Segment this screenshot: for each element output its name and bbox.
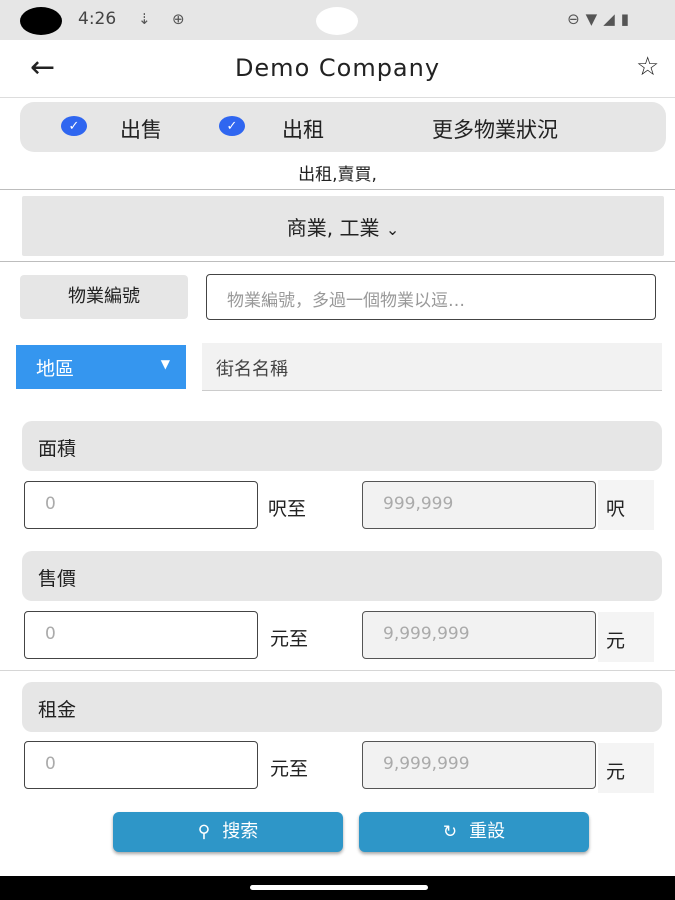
reset-button[interactable]: ↻ 重設 xyxy=(359,812,589,852)
price-section-header: 售價 xyxy=(22,551,662,601)
signal-icon: ◢ xyxy=(603,10,621,28)
property-id-input[interactable]: 物業編號，多過一個物業以逗… xyxy=(206,274,656,320)
price-to-label: 元至 xyxy=(270,628,309,650)
vpn-icon: ⊕ xyxy=(172,10,185,28)
divider xyxy=(0,670,675,671)
rent-max-input[interactable]: 9,999,999 xyxy=(362,741,596,789)
rent-min-input[interactable]: 0 xyxy=(24,741,258,789)
status-icons: ⊖▼◢▮ xyxy=(567,10,635,28)
district-dropdown[interactable]: 地區 ▼ xyxy=(16,345,186,389)
checkbox-rent[interactable]: ✓ xyxy=(218,114,246,138)
usage-label: 商業, 工業 ⌄ xyxy=(287,212,399,241)
status-rent-label[interactable]: 出租 xyxy=(282,114,324,144)
status-bar: 4:26 ⇣ ⊕ ⊖▼◢▮ xyxy=(0,0,675,40)
wifi-icon: ▼ xyxy=(585,10,604,28)
check-icon: ✓ xyxy=(219,116,245,136)
area-min-input[interactable]: 0 xyxy=(24,481,258,529)
search-button-label: 搜索 xyxy=(222,821,259,842)
checkbox-sale[interactable]: ✓ xyxy=(60,114,88,138)
reset-button-label: 重設 xyxy=(469,821,506,842)
download-icon: ⇣ xyxy=(138,10,151,28)
property-status-bar: ✓ 出售 ✓ 出租 更多物業狀況 xyxy=(20,102,666,152)
selected-status-summary: 出租,賣買, xyxy=(298,165,377,185)
street-name-input[interactable]: 街名名稱 xyxy=(202,343,662,391)
price-max-input[interactable]: 9,999,999 xyxy=(362,611,596,659)
dropdown-caret-icon: ▼ xyxy=(160,357,170,371)
price-unit: 元 xyxy=(598,612,654,662)
page-title: Demo Company xyxy=(234,54,441,82)
usage-text: 商業, 工業 xyxy=(286,216,380,240)
rent-unit: 元 xyxy=(598,743,654,793)
usage-selector[interactable]: 商業, 工業 ⌄ xyxy=(22,196,664,256)
battery-icon: ▮ xyxy=(620,10,635,28)
check-icon: ✓ xyxy=(61,116,87,136)
divider xyxy=(0,189,675,190)
rent-section-header: 租金 xyxy=(22,682,662,732)
area-unit: 呎 xyxy=(598,480,654,530)
dnd-icon: ⊖ xyxy=(567,10,586,28)
area-section-header: 面積 xyxy=(22,421,662,471)
rent-to-label: 元至 xyxy=(270,758,309,780)
property-id-button[interactable]: 物業編號 xyxy=(20,275,188,319)
search-icon: ⚲ xyxy=(197,822,211,842)
app-bar: ← Demo Company ☆ xyxy=(0,40,675,98)
district-label: 地區 xyxy=(36,358,75,380)
star-outline-icon[interactable]: ☆ xyxy=(636,52,659,82)
divider xyxy=(0,261,675,262)
area-to-label: 呎至 xyxy=(268,498,307,520)
chevron-down-icon: ⌄ xyxy=(385,220,400,239)
refresh-icon: ↻ xyxy=(442,822,458,842)
status-sale-label[interactable]: 出售 xyxy=(120,114,162,144)
front-camera xyxy=(316,7,358,35)
search-button[interactable]: ⚲ 搜索 xyxy=(113,812,343,852)
more-status-button[interactable]: 更多物業狀況 xyxy=(432,114,558,144)
camera-cutout xyxy=(20,7,62,35)
price-min-input[interactable]: 0 xyxy=(24,611,258,659)
area-max-input[interactable]: 999,999 xyxy=(362,481,596,529)
home-gesture-handle[interactable] xyxy=(250,885,428,890)
status-time: 4:26 xyxy=(78,9,117,29)
